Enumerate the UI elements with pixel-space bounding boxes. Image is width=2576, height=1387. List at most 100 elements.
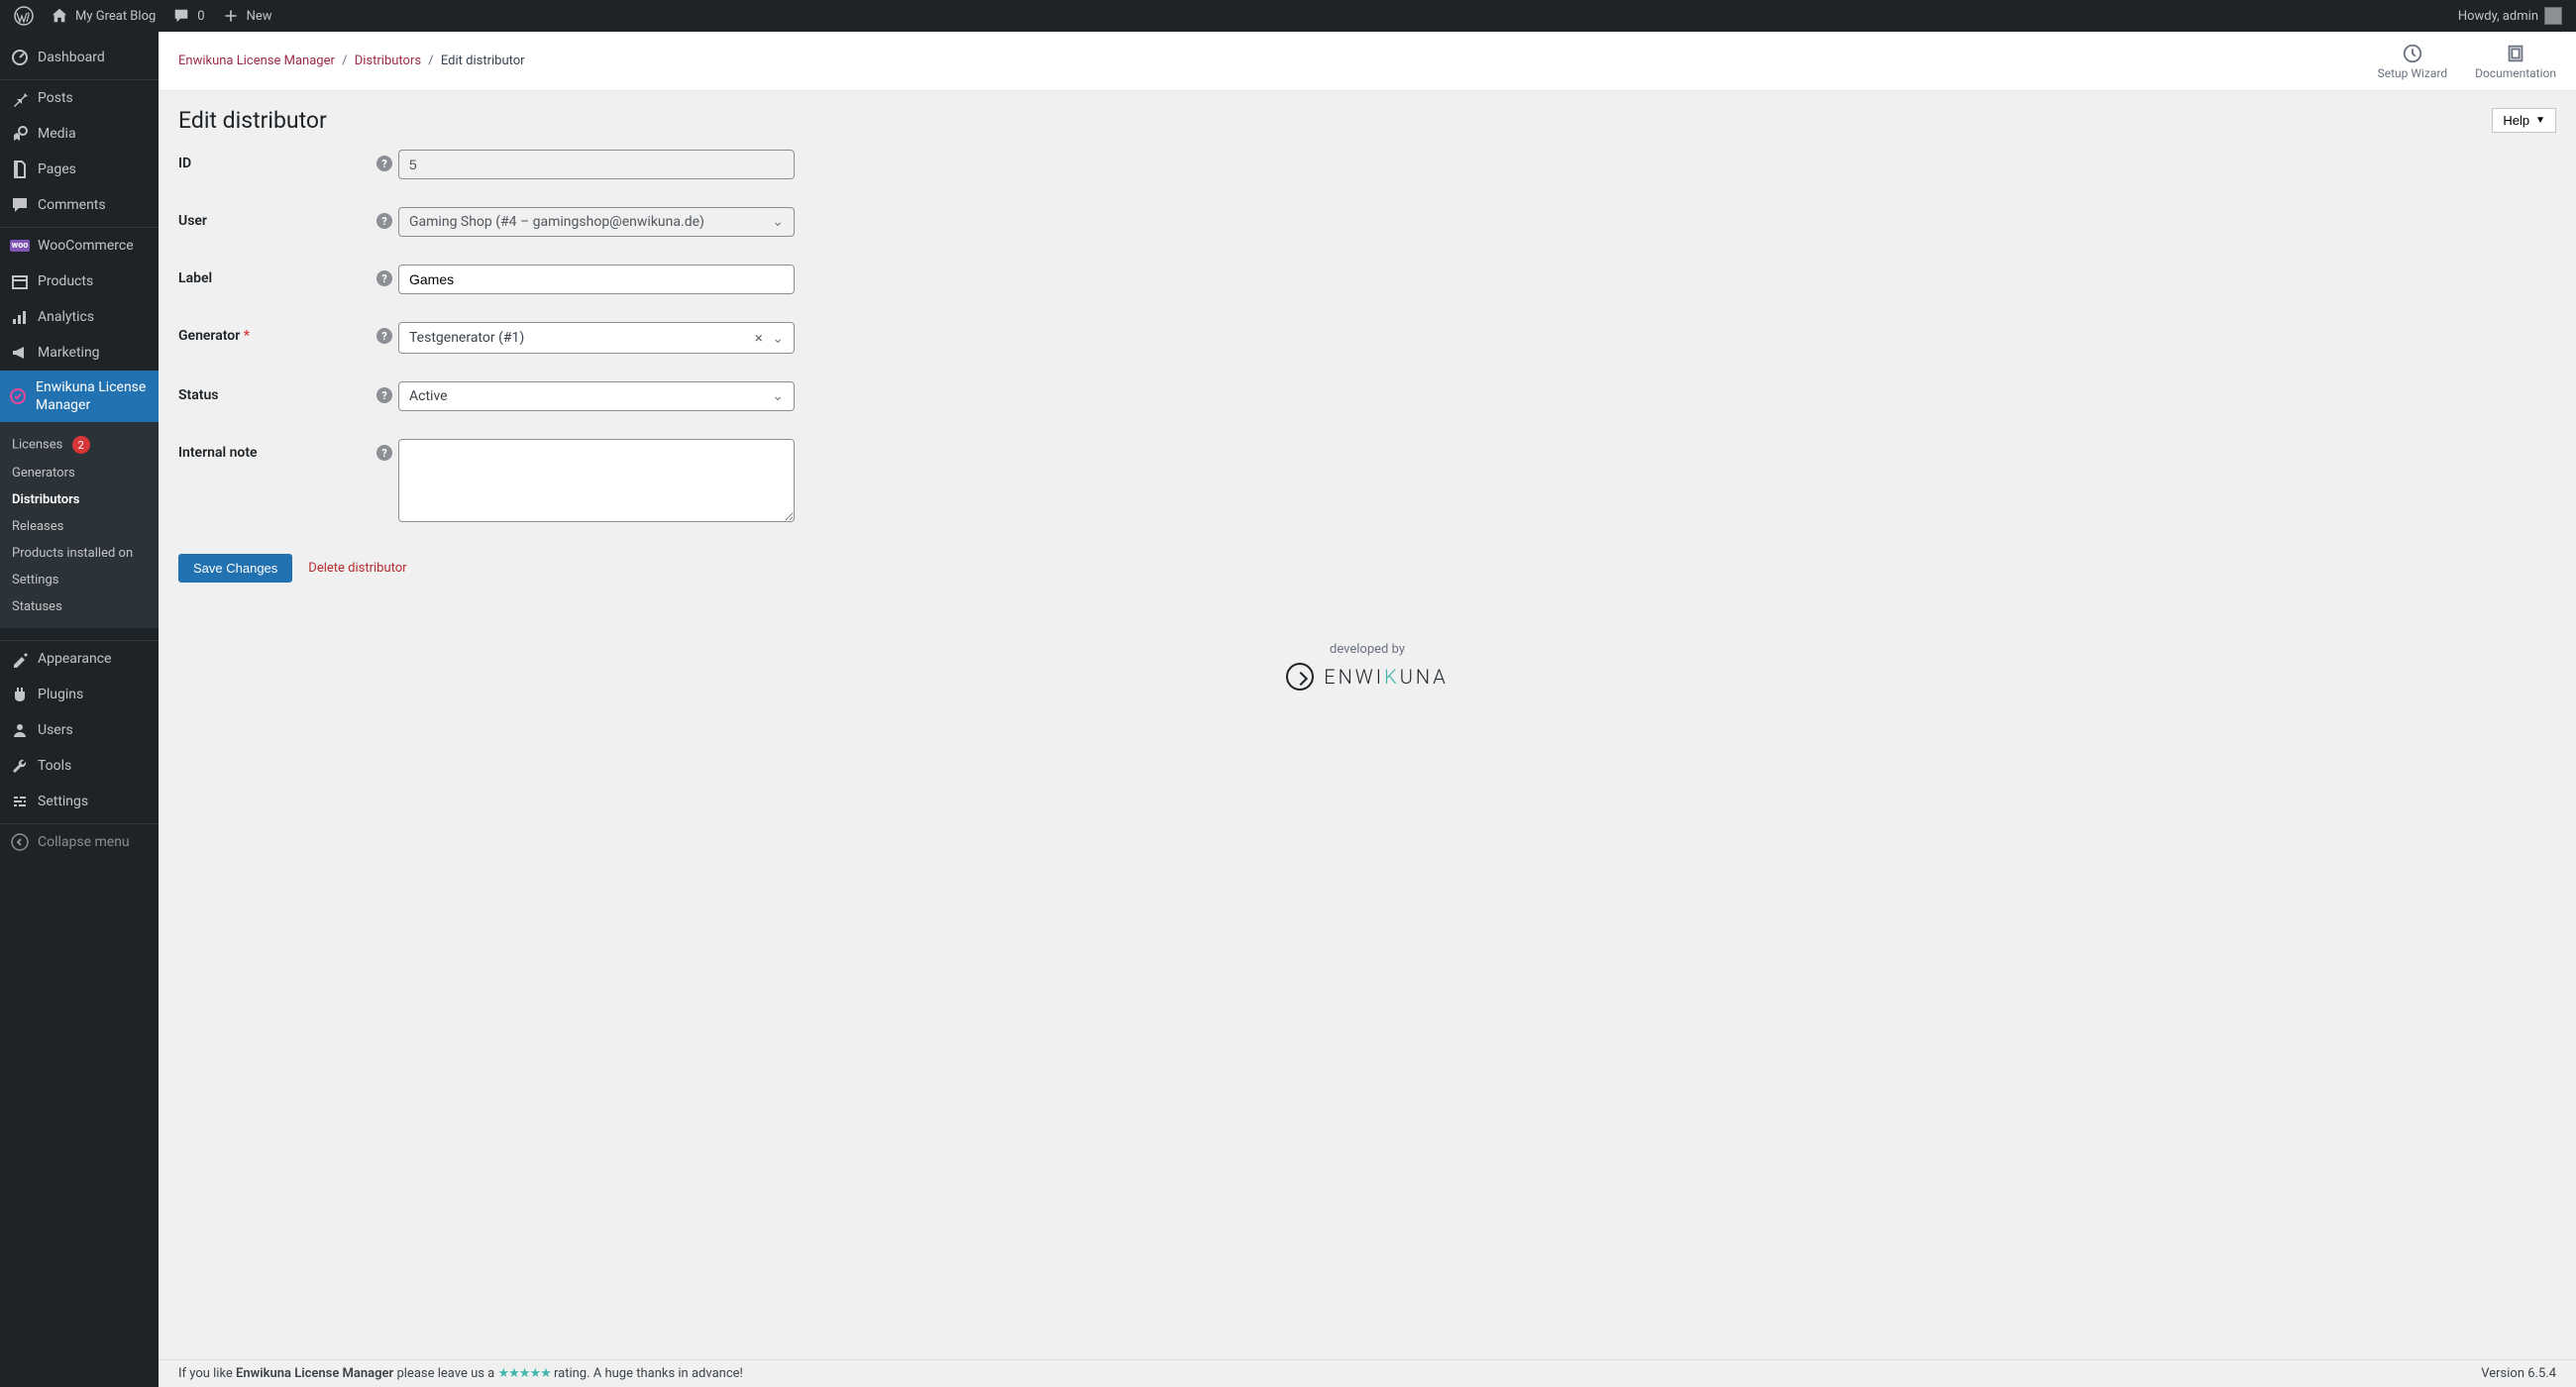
submenu-label: Releases (12, 519, 63, 534)
breadcrumb-parent[interactable]: Distributors (355, 53, 421, 68)
breadcrumb-current: Edit distributor (441, 53, 525, 68)
help-icon: ? (376, 445, 392, 461)
account-item[interactable]: Howdy, admin (2450, 0, 2570, 32)
rating-pre: If you like (178, 1366, 236, 1381)
new-item[interactable]: New (213, 0, 280, 32)
sidebar-item-appearance[interactable]: Appearance (0, 641, 159, 677)
topbar-actions: Setup Wizard Documentation (2378, 43, 2556, 80)
admin-footer: If you like Enwikuna License Manager ple… (159, 1359, 2576, 1387)
howdy-label: Howdy, admin (2458, 9, 2538, 24)
sidebar-item-settings[interactable]: Settings (0, 784, 159, 819)
help-generator[interactable]: ? (376, 322, 398, 344)
user-value: Gaming Shop (#4 – gamingshop@enwikuna.de… (409, 214, 704, 230)
sidebar-item-plugins[interactable]: Plugins (0, 677, 159, 712)
rating-brand: Enwikuna License Manager (236, 1366, 393, 1381)
help-user[interactable]: ? (376, 207, 398, 229)
control-label (398, 265, 795, 294)
help-icon: ? (376, 387, 392, 403)
site-name-item[interactable]: My Great Blog (42, 0, 163, 32)
status-value: Active (409, 388, 448, 404)
sidebar-menu: Dashboard Posts Media Pages Comments woo… (0, 32, 159, 422)
status-select[interactable]: Active ⌄ (398, 381, 795, 411)
sidebar-item-comments[interactable]: Comments (0, 187, 159, 223)
breadcrumb-root[interactable]: Enwikuna License Manager (178, 53, 335, 68)
sidebar-item-collapse[interactable]: Collapse menu (0, 824, 159, 860)
sidebar-item-marketing[interactable]: Marketing (0, 335, 159, 371)
appearance-icon (10, 649, 30, 669)
brand-pre: ENWI (1324, 665, 1384, 689)
documentation-button[interactable]: Documentation (2475, 43, 2556, 80)
generator-select[interactable]: Testgenerator (#1) × ⌄ (398, 322, 795, 354)
label-input[interactable] (398, 265, 795, 294)
help-id[interactable]: ? (376, 150, 398, 171)
sidebar-item-analytics[interactable]: Analytics (0, 299, 159, 335)
sidebar-item-dashboard[interactable]: Dashboard (0, 40, 159, 75)
submenu-label: Licenses (12, 438, 62, 453)
submenu-settings[interactable]: Settings (0, 567, 159, 593)
star-rating[interactable]: ★★★★★ (497, 1366, 550, 1381)
logo-mark-icon (1286, 663, 1314, 691)
tools-icon (10, 756, 30, 776)
sidebar-item-tools[interactable]: Tools (0, 748, 159, 784)
plugins-icon (10, 685, 30, 704)
sidebar-item-media[interactable]: Media (0, 116, 159, 152)
submenu-distributors[interactable]: Distributors (0, 486, 159, 513)
sidebar-item-pages[interactable]: Pages (0, 152, 159, 187)
label-generator: Generator * (178, 322, 376, 344)
breadcrumb-sep: / (342, 53, 347, 68)
help-toggle[interactable]: Help ▼ (2492, 108, 2556, 133)
sidebar-item-posts[interactable]: Posts (0, 80, 159, 116)
label-label: Label (178, 265, 376, 286)
sidebar-item-users[interactable]: Users (0, 712, 159, 748)
required-mark: * (244, 328, 250, 344)
save-button[interactable]: Save Changes (178, 554, 292, 583)
submenu-licenses[interactable]: Licenses 2 (0, 430, 159, 460)
submenu-statuses[interactable]: Statuses (0, 593, 159, 620)
help-status[interactable]: ? (376, 381, 398, 403)
sidebar-item-products[interactable]: Products (0, 264, 159, 299)
adminbar-right: Howdy, admin (2450, 0, 2570, 32)
wp-version: Version 6.5.4 (2481, 1366, 2556, 1381)
control-id (398, 150, 795, 179)
help-label: Help (2503, 113, 2529, 128)
site-name-label: My Great Blog (75, 9, 156, 24)
submenu-label: Settings (12, 573, 58, 587)
sidebar-item-woocommerce[interactable]: woo WooCommerce (0, 228, 159, 264)
sidebar-submenu: Licenses 2 Generators Distributors Relea… (0, 422, 159, 628)
clear-icon[interactable]: × (755, 329, 763, 347)
page-header: Edit distributor Help ▼ (178, 91, 2556, 150)
sidebar-item-label: Pages (38, 160, 149, 178)
row-id: ID ? (178, 150, 991, 179)
submenu-products-installed[interactable]: Products installed on (0, 540, 159, 567)
submenu-releases[interactable]: Releases (0, 513, 159, 540)
enwikuna-logo[interactable]: ENWIKUNA (1286, 663, 1449, 691)
select-actions: × ⌄ (755, 329, 784, 347)
delete-link[interactable]: Delete distributor (308, 561, 406, 576)
help-label[interactable]: ? (376, 265, 398, 286)
sidebar-item-elm[interactable]: Enwikuna License Manager (0, 371, 159, 422)
adminbar: My Great Blog 0 New Howdy, admin (0, 0, 2576, 32)
note-textarea[interactable] (398, 439, 795, 522)
brand-k: K (1384, 665, 1400, 689)
label-user: User (178, 207, 376, 229)
submenu-generators[interactable]: Generators (0, 460, 159, 486)
sidebar-item-label: Posts (38, 89, 149, 107)
pages-icon (10, 160, 30, 179)
comments-item[interactable]: 0 (163, 0, 212, 32)
setup-wizard-button[interactable]: Setup Wizard (2378, 43, 2448, 80)
breadcrumb: Enwikuna License Manager / Distributors … (178, 53, 525, 68)
new-label: New (247, 9, 272, 24)
elm-icon (8, 386, 28, 406)
wp-logo-item[interactable] (6, 0, 42, 32)
update-badge: 2 (72, 436, 90, 454)
users-icon (10, 720, 30, 740)
home-icon (50, 6, 69, 26)
help-icon: ? (376, 328, 392, 344)
breadcrumb-sep: / (428, 53, 433, 68)
user-select[interactable]: Gaming Shop (#4 – gamingshop@enwikuna.de… (398, 207, 795, 237)
chevron-down-icon: ⌄ (772, 214, 784, 230)
help-note[interactable]: ? (376, 439, 398, 461)
page-title: Edit distributor (178, 107, 327, 134)
control-status: Active ⌄ (398, 381, 795, 411)
developed-by-text: developed by (178, 642, 2556, 657)
